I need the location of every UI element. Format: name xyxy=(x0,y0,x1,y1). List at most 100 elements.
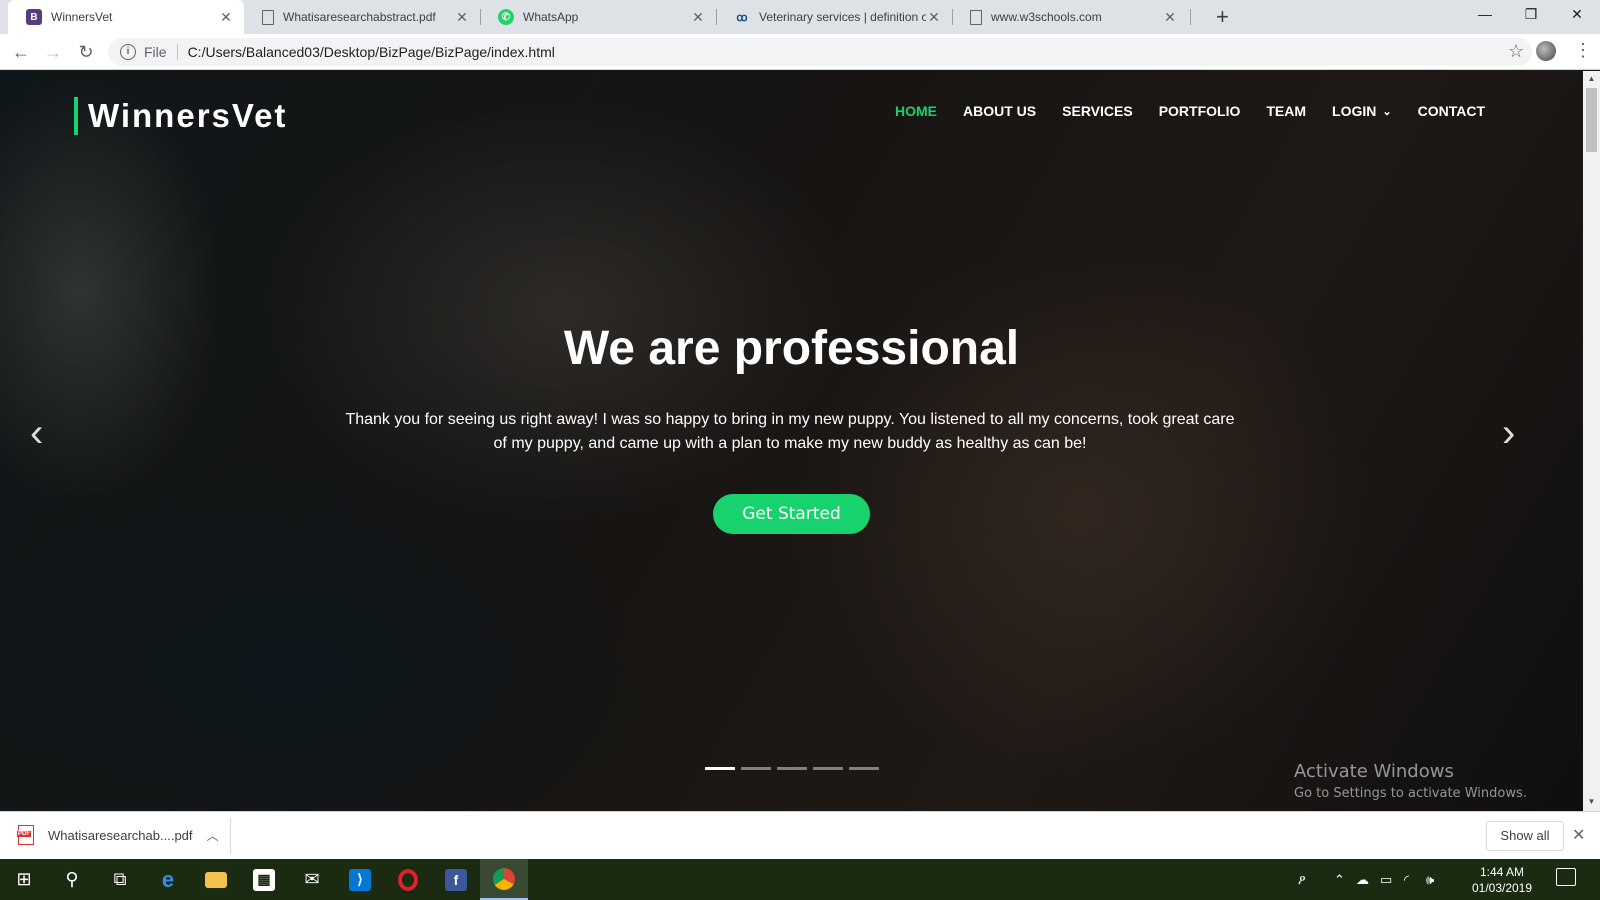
divider xyxy=(176,44,178,60)
nav-contact[interactable]: CONTACT xyxy=(1418,103,1485,119)
scheme-label: File xyxy=(144,44,167,60)
chevron-down-icon: ⌄ xyxy=(1382,105,1392,118)
page-scrollbar[interactable]: ▲ ▼ xyxy=(1583,71,1600,811)
nav-label: TEAM xyxy=(1266,103,1307,119)
volume-icon[interactable]: 🕪 xyxy=(1426,859,1434,900)
hero-testimonial: Thank you for seeing us right away! I wa… xyxy=(345,411,1235,452)
minimize-button[interactable]: — xyxy=(1462,0,1508,30)
main-nav: HOME ABOUT US SERVICES PORTFOLIO TEAM LO… xyxy=(895,103,1485,119)
nav-label: ABOUT US xyxy=(963,103,1037,119)
dictionary-icon: ꝏ xyxy=(736,11,748,24)
nav-about-us[interactable]: ABOUT US xyxy=(963,103,1036,119)
tab-pdf[interactable]: Whatisaresearchabstract.pdf ✕ xyxy=(244,0,480,34)
windows-taskbar: ⊞ ⚲ ⧉ e ▦ ✉ ⟩ f ዖ ⌃ ☁ ▭ ◜ 🕪 1:44 AM 01/0… xyxy=(0,859,1600,900)
nav-label: LOGIN xyxy=(1332,103,1377,119)
carousel-dot[interactable] xyxy=(813,767,843,770)
tab-title: Whatisaresearchabstract.pdf xyxy=(283,10,436,24)
nav-label: SERVICES xyxy=(1062,103,1133,119)
opera-icon[interactable] xyxy=(384,859,432,900)
carousel-dot[interactable] xyxy=(741,767,771,770)
nav-label: HOME xyxy=(895,103,938,119)
profile-avatar[interactable] xyxy=(1536,41,1556,61)
tab-title: Veterinary services | definition of xyxy=(759,10,926,24)
nav-portfolio[interactable]: PORTFOLIO xyxy=(1159,103,1241,119)
search-icon[interactable]: ⚲ xyxy=(48,859,96,900)
address-bar[interactable]: i File C:/Users/Balanced03/Desktop/BizPa… xyxy=(108,38,1532,66)
site-logo[interactable]: WinnersVet xyxy=(74,97,287,135)
watermark-subtitle: Go to Settings to activate Windows. xyxy=(1294,786,1527,801)
system-clock[interactable]: 1:44 AM 01/03/2019 xyxy=(1468,864,1536,896)
chevron-up-icon[interactable]: ⌃ xyxy=(1334,859,1345,900)
chrome-icon[interactable] xyxy=(480,859,528,900)
carousel-dot[interactable] xyxy=(777,767,807,770)
nav-team[interactable]: TEAM xyxy=(1266,103,1306,119)
bootstrap-icon: B xyxy=(26,9,42,25)
onedrive-icon[interactable]: ☁ xyxy=(1356,859,1369,900)
carousel-indicators xyxy=(705,767,879,770)
nav-services[interactable]: SERVICES xyxy=(1062,103,1133,119)
edge-icon[interactable]: e xyxy=(144,859,192,900)
tab-winnersvet[interactable]: B WinnersVet ✕ xyxy=(8,0,244,34)
nav-label: CONTACT xyxy=(1417,103,1485,119)
close-tab-icon[interactable]: ✕ xyxy=(454,9,470,26)
activate-windows-watermark: Activate Windows Go to Settings to activ… xyxy=(1294,761,1527,801)
document-icon xyxy=(262,9,274,25)
wifi-icon[interactable]: ◜ xyxy=(1404,859,1409,900)
store-icon[interactable]: ▦ xyxy=(240,859,288,900)
watermark-title: Activate Windows xyxy=(1294,761,1454,782)
tab-title: WhatsApp xyxy=(523,10,579,24)
mail-icon[interactable]: ✉ xyxy=(288,859,336,900)
scroll-thumb[interactable] xyxy=(1586,88,1597,152)
downloads-bar: PDF Whatisaresearchab....pdf ︿ Show all … xyxy=(0,811,1600,859)
vscode-icon[interactable]: ⟩ xyxy=(336,859,384,900)
tab-w3schools[interactable]: www.w3schools.com ✕ xyxy=(952,0,1188,34)
task-view-icon[interactable]: ⧉ xyxy=(96,859,144,900)
show-all-button[interactable]: Show all xyxy=(1486,821,1564,851)
download-filename: Whatisaresearchab....pdf xyxy=(48,827,193,843)
close-tab-icon[interactable]: ✕ xyxy=(926,9,942,26)
close-tab-icon[interactable]: ✕ xyxy=(1162,9,1178,26)
carousel-prev-icon[interactable]: ‹ xyxy=(30,411,43,456)
browser-toolbar: ← → ↻ i File C:/Users/Balanced03/Desktop… xyxy=(0,34,1600,70)
nav-home[interactable]: HOME xyxy=(895,103,937,119)
file-explorer-icon[interactable] xyxy=(192,859,240,900)
clock-date: 01/03/2019 xyxy=(1471,881,1533,895)
tab-whatsapp[interactable]: ✆ WhatsApp ✕ xyxy=(480,0,716,34)
url-text[interactable]: C:/Users/Balanced03/Desktop/BizPage/BizP… xyxy=(188,44,555,60)
carousel-next-icon[interactable]: › xyxy=(1502,411,1515,456)
close-tab-icon[interactable]: ✕ xyxy=(690,9,706,26)
facebook-icon[interactable]: f xyxy=(432,859,480,900)
nav-login[interactable]: LOGIN ⌄ xyxy=(1332,103,1392,119)
bookmark-star-icon[interactable]: ☆ xyxy=(1508,41,1532,62)
scroll-down-icon[interactable]: ▼ xyxy=(1583,797,1600,806)
back-arrow-icon[interactable]: ← xyxy=(9,40,33,64)
menu-kebab-icon[interactable]: ⋮ xyxy=(1574,40,1592,61)
chevron-up-icon[interactable]: ︿ xyxy=(207,827,219,844)
info-icon[interactable]: i xyxy=(120,44,136,60)
tab-title: www.w3schools.com xyxy=(991,10,1102,24)
carousel-dot[interactable] xyxy=(705,767,735,770)
get-started-button[interactable]: Get Started xyxy=(713,494,870,534)
tab-dictionary[interactable]: ꝏ Veterinary services | definition of ✕ xyxy=(716,0,952,34)
download-item[interactable]: PDF Whatisaresearchab....pdf ︿ xyxy=(17,825,219,845)
new-tab-button[interactable]: + xyxy=(1216,4,1229,30)
tab-title: WinnersVet xyxy=(51,10,113,24)
close-window-button[interactable]: ✕ xyxy=(1554,0,1600,30)
battery-icon[interactable]: ▭ xyxy=(1380,859,1392,900)
clock-time: 1:44 AM xyxy=(1479,865,1525,879)
restore-button[interactable]: ❐ xyxy=(1508,0,1554,30)
forward-arrow-icon[interactable]: → xyxy=(41,40,65,64)
close-downloads-icon[interactable]: ✕ xyxy=(1572,825,1585,845)
windows-start-icon[interactable]: ⊞ xyxy=(0,859,48,900)
carousel-dot[interactable] xyxy=(849,767,879,770)
document-icon xyxy=(970,9,982,25)
hero-section: WinnersVet HOME ABOUT US SERVICES PORTFO… xyxy=(0,71,1583,811)
tab-strip: B WinnersVet ✕ Whatisaresearchabstract.p… xyxy=(0,0,1600,34)
people-icon[interactable]: ዖ xyxy=(1298,859,1306,900)
close-tab-icon[interactable]: ✕ xyxy=(218,9,234,26)
divider xyxy=(230,818,231,854)
scroll-up-icon[interactable]: ▲ xyxy=(1583,74,1600,83)
hero-title: We are professional xyxy=(563,322,1020,375)
reload-icon[interactable]: ↻ xyxy=(74,40,98,64)
action-center-icon[interactable] xyxy=(1556,868,1576,886)
